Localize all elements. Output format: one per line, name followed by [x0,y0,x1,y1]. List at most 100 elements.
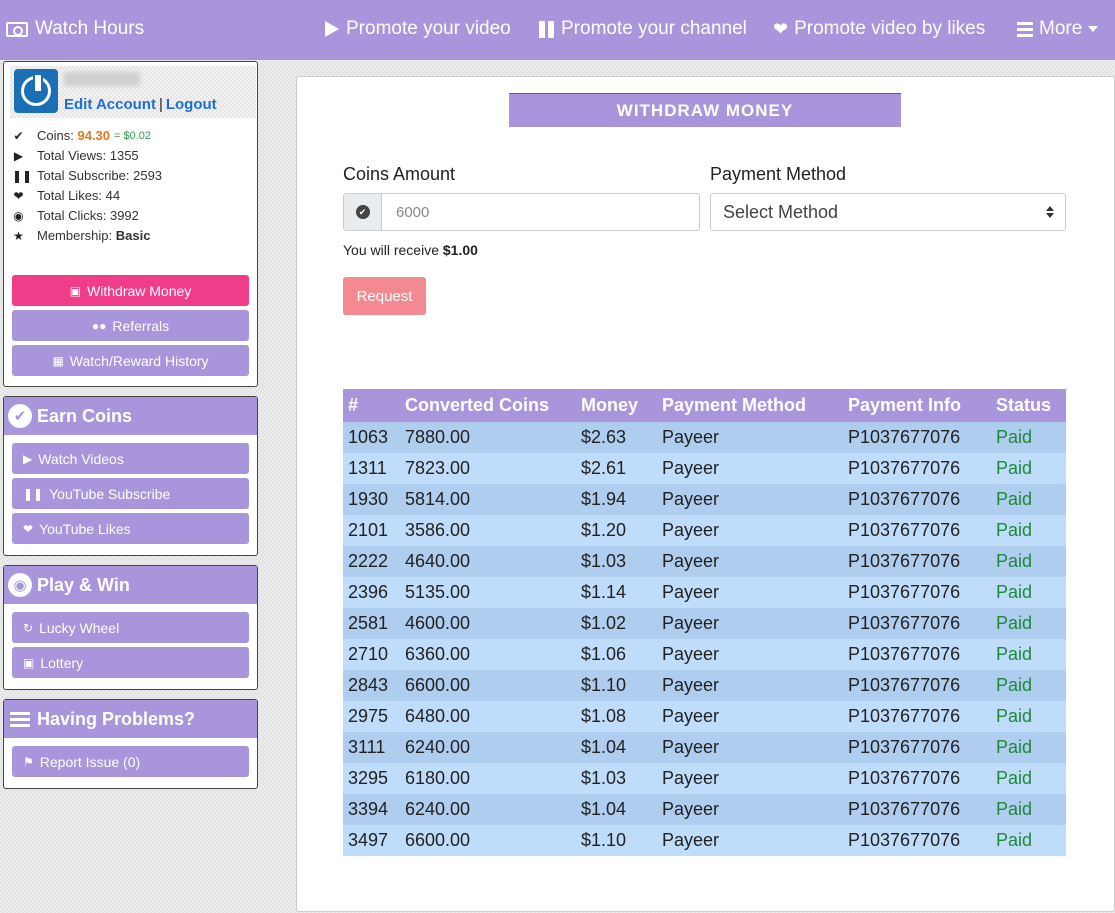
cell-payment-info: P1037677076 [843,794,991,825]
cell-payment-info: P1037677076 [843,732,991,763]
table-row: 2581 4600.00 $1.02 Payeer P1037677076 Paid [343,608,1066,639]
table-row: 2222 4640.00 $1.03 Payeer P1037677076 Paid [343,546,1066,577]
cell-id: 3497 [343,825,400,856]
play-win-title: Play & Win [37,574,130,595]
cell-id: 2581 [343,608,400,639]
menu-icon [10,711,30,727]
cell-id: 2222 [343,546,400,577]
logout-link[interactable]: Logout [166,96,217,113]
cell-money: $1.10 [576,670,657,701]
referrals-button[interactable]: ●● Referrals [12,310,249,341]
coins-amount-group: ✔ [343,193,700,231]
cell-money: $2.63 [576,422,657,453]
cell-payment-info: P1037677076 [843,515,991,546]
coins-addon: ✔ [344,194,382,230]
stat-subscribe: ❚❚ Total Subscribe: 2593 [12,166,162,186]
cell-payment-info: P1037677076 [843,546,991,577]
youtube-likes-button[interactable]: ❤ YouTube Likes [12,513,249,544]
nav-promote-channel-label: Promote your channel [561,18,747,39]
cell-id: 1063 [343,422,400,453]
table-row: 3295 6180.00 $1.03 Payeer P1037677076 Paid [343,763,1066,794]
pause-icon: ❚❚ [23,486,44,501]
nav-promote-likes[interactable]: ❤ Promote video by likes [773,18,985,40]
cell-payment-info: P1037677076 [843,639,991,670]
pause-icon: ❚❚ [12,169,33,183]
profile-header: Edit Account | Logout [10,66,256,118]
request-button[interactable]: Request [343,277,426,315]
withdraw-title: WITHDRAW MONEY [509,93,901,127]
check-circle-icon: ✔ [8,404,32,428]
stat-coins: ✔ Coins: 94.30 = $0.02 [12,126,162,146]
username-blurred [64,72,140,86]
cell-money: $1.06 [576,639,657,670]
cell-id: 3394 [343,794,400,825]
heart-icon: ❤ [773,18,789,39]
select-arrows-icon [1046,206,1054,218]
brand-link[interactable]: Watch Hours [6,18,144,40]
withdraw-history-table: # Converted Coins Money Payment Method P… [343,389,1066,856]
caret-down-icon [1088,26,1099,32]
profile-panel: Edit Account | Logout ✔ Coins: 94.30 = $0.0… [3,61,258,387]
cell-payment-method: Payeer [657,484,843,515]
cell-payment-method: Payeer [657,515,843,546]
nav-promote-video[interactable]: Promote your video [325,18,511,40]
cell-payment-info: P1037677076 [843,763,991,794]
cell-money: $1.20 [576,515,657,546]
stat-likes: ❤ Total Likes: 44 [12,186,162,206]
users-icon: ●● [91,318,107,333]
cell-payment-method: Payeer [657,763,843,794]
cell-converted-coins: 5814.00 [400,484,576,515]
brand-label: Watch Hours [35,18,145,39]
cell-payment-info: P1037677076 [843,608,991,639]
table-row: 2710 6360.00 $1.06 Payeer P1037677076 Paid [343,639,1066,670]
coins-amount-input[interactable] [382,194,699,230]
table-row: 2975 6480.00 $1.08 Payeer P1037677076 Paid [343,701,1066,732]
heart-icon: ❤ [13,189,24,203]
nav-more-dropdown[interactable]: More [1017,18,1099,40]
payment-method-label: Payment Method [710,164,847,184]
watch-videos-button[interactable]: ▶ Watch Videos [12,443,249,474]
total-clicks: Total Clicks: 3992 [37,208,139,223]
avatar [14,69,58,113]
play-icon [325,21,339,37]
withdraw-main-panel: WITHDRAW MONEY Coins Amount Payment Meth… [296,76,1115,912]
report-issue-button[interactable]: ⚑ Report Issue (0) [12,746,249,777]
play-win-header: ◉ Play & Win [4,566,257,604]
cell-converted-coins: 6180.00 [400,763,576,794]
referrals-label: Referrals [112,317,170,334]
lottery-button[interactable]: ▣ Lottery [12,647,249,678]
table-row: 3394 6240.00 $1.04 Payeer P1037677076 Paid [343,794,1066,825]
cell-payment-method: Payeer [657,794,843,825]
stat-views: ▶ Total Views: 1355 [12,146,162,166]
watch-reward-history-button[interactable]: ▦ Watch/Reward History [12,345,249,376]
table-row: 2101 3586.00 $1.20 Payeer P1037677076 Paid [343,515,1066,546]
cell-money: $1.08 [576,701,657,732]
col-info-header: Payment Info [843,389,991,422]
cell-id: 3111 [343,732,400,763]
cell-converted-coins: 3586.00 [400,515,576,546]
cell-money: $1.94 [576,484,657,515]
cell-status: Paid [991,608,1066,639]
cell-payment-info: P1037677076 [843,422,991,453]
profile-stats: ✔ Coins: 94.30 = $0.02 ▶ Total Views: 135… [12,126,162,246]
cell-status: Paid [991,701,1066,732]
check-circle-icon: ✔ [355,205,370,219]
nav-promote-channel[interactable]: Promote your channel [539,18,747,40]
withdraw-money-label: Withdraw Money [87,282,192,299]
withdraw-money-button[interactable]: ▣ Withdraw Money [12,275,249,306]
cell-money: $1.04 [576,732,657,763]
payment-method-select[interactable]: Select Method [710,193,1066,231]
cell-id: 2396 [343,577,400,608]
cell-id: 3295 [343,763,400,794]
lucky-wheel-button[interactable]: ↻ Lucky Wheel [12,612,249,643]
coins-equiv: = $0.02 [114,130,152,142]
nav-promote-likes-label: Promote video by likes [794,18,986,39]
coins-value: 94.30 [77,128,111,143]
youtube-subscribe-button[interactable]: ❚❚ YouTube Subscribe [12,478,249,509]
cell-converted-coins: 7880.00 [400,422,576,453]
money-icon [6,21,28,37]
cell-id: 1311 [343,453,400,484]
total-subscribe: Total Subscribe: 2593 [37,168,163,183]
cell-money: $2.61 [576,453,657,484]
edit-account-link[interactable]: Edit Account [64,96,156,113]
